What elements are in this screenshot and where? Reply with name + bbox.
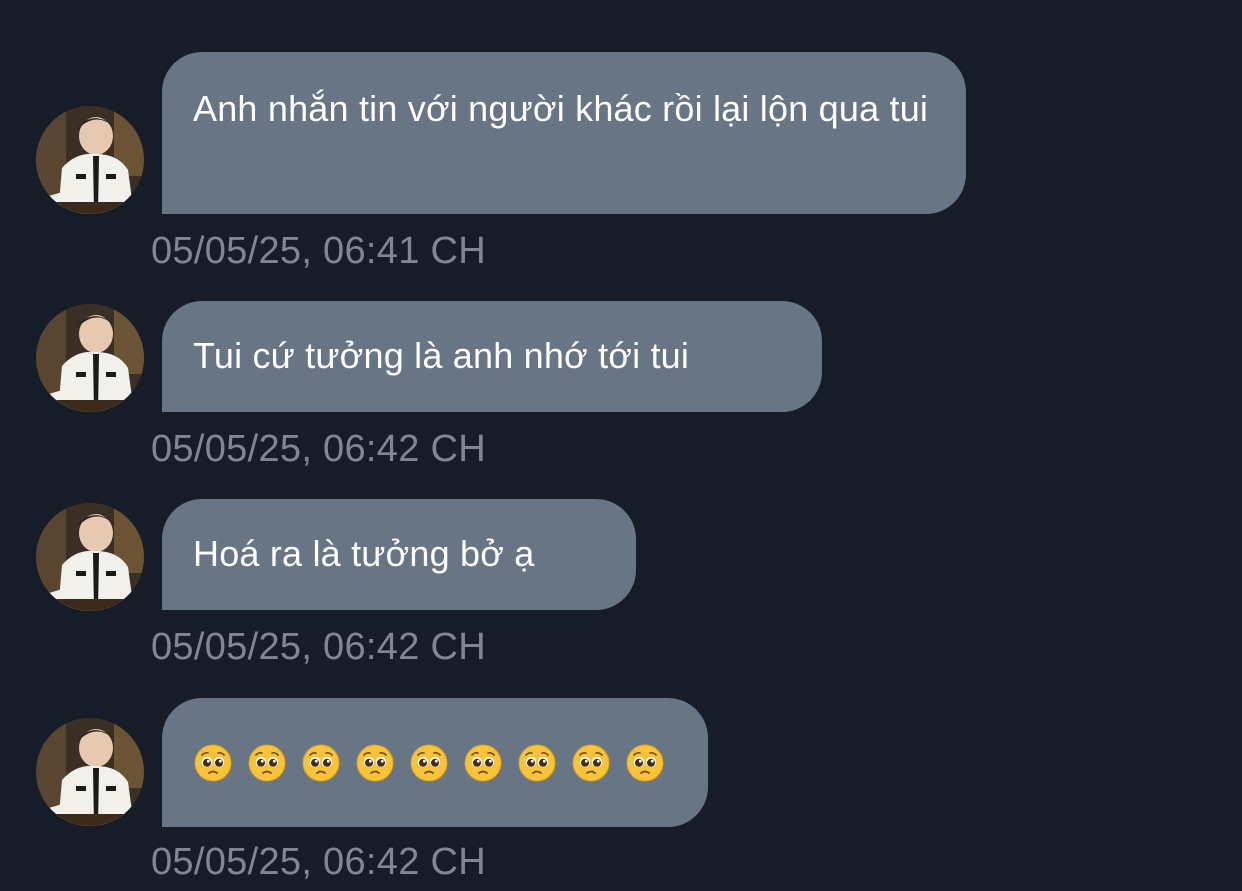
avatar-photo <box>36 503 144 611</box>
sender-avatar[interactable] <box>36 718 144 826</box>
pleading-face-emoji <box>302 744 340 782</box>
pleading-face-emoji <box>626 744 664 782</box>
pleading-face-emoji <box>248 744 286 782</box>
sender-avatar[interactable] <box>36 106 144 214</box>
emoji-row <box>193 736 677 790</box>
message-bubble[interactable]: Anh nhắn tin với người khác rồi lại lộn … <box>162 52 966 214</box>
pleading-face-emoji <box>572 744 610 782</box>
message-timestamp: 05/05/25, 06:42 CH <box>151 841 486 883</box>
sender-avatar[interactable] <box>36 503 144 611</box>
avatar-photo <box>36 106 144 214</box>
message-bubble[interactable] <box>162 698 708 827</box>
avatar-photo <box>36 304 144 412</box>
pleading-face-emoji <box>356 744 394 782</box>
pleading-face-emoji <box>410 744 448 782</box>
chat-thread: Anh nhắn tin với người khác rồi lại lộn … <box>0 0 1242 891</box>
avatar-photo <box>36 718 144 826</box>
message-timestamp: 05/05/25, 06:42 CH <box>151 428 486 470</box>
message-bubble[interactable]: Hoá ra là tưởng bở ạ <box>162 499 636 610</box>
pleading-face-emoji <box>464 744 502 782</box>
message-text: Hoá ra là tưởng bở ạ <box>193 533 535 574</box>
message-timestamp: 05/05/25, 06:41 CH <box>151 230 486 272</box>
message-text: Tui cứ tưởng là anh nhớ tới tui <box>193 335 690 376</box>
message-timestamp: 05/05/25, 06:42 CH <box>151 626 486 668</box>
pleading-face-emoji <box>518 744 556 782</box>
message-bubble[interactable]: Tui cứ tưởng là anh nhớ tới tui <box>162 301 822 412</box>
sender-avatar[interactable] <box>36 304 144 412</box>
message-text: Anh nhắn tin với người khác rồi lại lộn … <box>193 88 929 129</box>
pleading-face-emoji <box>194 744 232 782</box>
